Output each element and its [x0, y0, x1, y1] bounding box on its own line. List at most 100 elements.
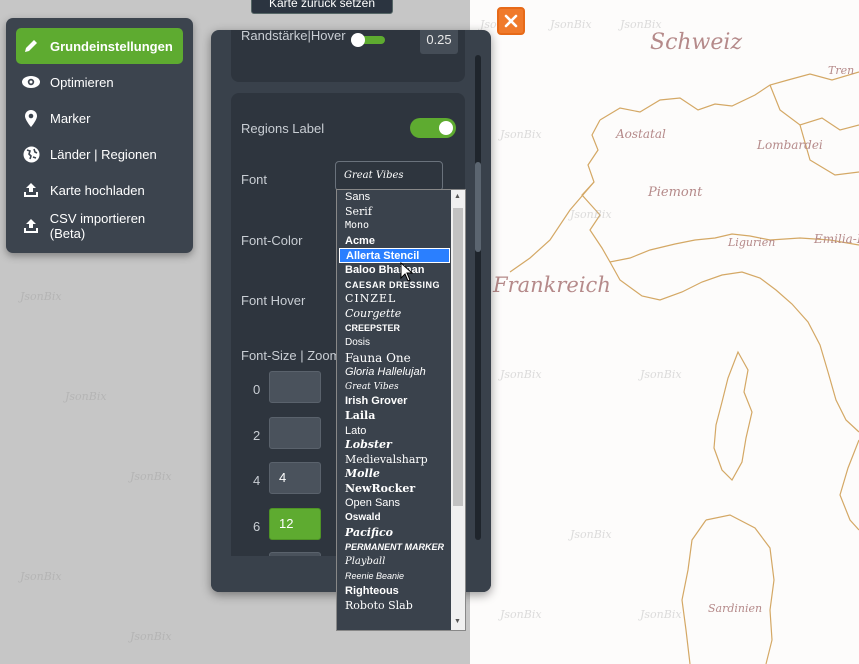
panel-scrollbar[interactable] [475, 55, 481, 540]
font-option[interactable]: CINZEL [337, 292, 452, 307]
menu-item-label: Marker [50, 110, 91, 126]
font-option[interactable]: CREEPSTER [337, 321, 452, 336]
font-option[interactable]: Dosis [337, 336, 452, 351]
scroll-up-icon[interactable]: ▲ [454, 193, 461, 200]
upload-icon [20, 181, 42, 199]
font-size-input[interactable] [269, 371, 321, 403]
watermark-text: JsonBix [500, 128, 542, 141]
zoom-level-label: 2 [253, 428, 261, 443]
watermark-text: JsonBix [500, 608, 542, 621]
menu-item-optimieren[interactable]: Optimieren [16, 64, 183, 100]
font-option[interactable]: Oswald [337, 511, 452, 526]
watermark-text: JsonBix [500, 368, 542, 381]
dropdown-scrollbar-thumb[interactable] [453, 208, 463, 506]
menu-item-label: Karte hochladen [50, 182, 145, 198]
font-option[interactable]: Lobster [337, 438, 452, 453]
eye-icon [20, 73, 42, 91]
slider-handle[interactable] [351, 33, 365, 47]
menu-item-laender-regionen[interactable]: Länder | Regionen [16, 136, 183, 172]
font-option[interactable]: Fauna One [337, 351, 452, 366]
watermark-text: JsonBix [20, 290, 62, 303]
toggle-knob [439, 121, 453, 135]
menu-item-label: Länder | Regionen [50, 146, 157, 162]
zoom-level-label: 4 [253, 473, 261, 488]
border-hover-label: Randstärke|Hover [241, 30, 346, 43]
menu-item-csv-importieren[interactable]: CSV importieren (Beta) [16, 208, 183, 244]
dropdown-scrollbar[interactable]: ▲ ▼ [451, 190, 465, 630]
font-option[interactable]: Open Sans [337, 496, 452, 511]
watermark-text: JsonBix [550, 18, 592, 31]
font-option[interactable]: Gloria Hallelujah [337, 365, 452, 380]
close-icon [504, 14, 518, 28]
regions-label-title: Regions Label [241, 121, 325, 136]
font-option[interactable]: Reenie Beanie [337, 569, 452, 584]
font-option[interactable]: Irish Grover [337, 394, 452, 409]
font-option[interactable]: Courgette [337, 307, 452, 322]
font-size-input[interactable]: 4 [269, 462, 321, 494]
font-option[interactable]: Laila [337, 409, 452, 424]
font-hover-label: Font Hover [241, 293, 306, 308]
watermark-text: JsonBix [20, 570, 62, 583]
font-option[interactable]: Mono [337, 219, 452, 234]
watermark-text: JsonBix [640, 368, 682, 381]
font-option[interactable]: Molle [337, 467, 452, 482]
mouse-cursor-icon [400, 262, 414, 282]
panel-scrollbar-thumb[interactable] [475, 162, 481, 252]
menu-item-marker[interactable]: Marker [16, 100, 183, 136]
upload-icon [20, 217, 42, 235]
font-option[interactable]: Baloo Bhaijaan [337, 263, 452, 278]
reset-map-button[interactable]: Karte zurück setzen [251, 0, 393, 14]
font-dropdown-list[interactable]: Sans Serif Mono Acme Allerta Stencil Baloo Bh… [336, 189, 466, 631]
regions-label-toggle[interactable] [410, 118, 456, 138]
watermark-text: JsonBix [130, 630, 172, 643]
font-option[interactable]: Serif [337, 205, 452, 220]
font-option[interactable]: CAESAR DRESSING [337, 278, 452, 293]
font-size-input[interactable] [269, 417, 321, 449]
font-option[interactable]: Lato [337, 424, 452, 439]
border-hover-slider[interactable] [351, 33, 385, 47]
font-select[interactable]: Great Vibes [335, 161, 443, 191]
font-option[interactable]: NewRocker [337, 482, 452, 497]
map-label-frankreich: Frankreich [493, 273, 611, 297]
menu-item-label: Grundeinstellungen [50, 38, 173, 54]
font-option[interactable]: Medievalsharp [337, 453, 452, 468]
menu-item-label: Optimieren [50, 74, 114, 90]
font-option[interactable]: Righteous [337, 584, 452, 599]
map-canvas[interactable]: JsonBix JsonBix JsonBix JsonBix JsonBix … [470, 0, 859, 664]
watermark-text: JsonBix [570, 528, 612, 541]
watermark-text: JsonBix [570, 208, 612, 221]
font-color-label: Font-Color [241, 233, 303, 248]
font-option[interactable]: Great Vibes [337, 380, 452, 395]
map-label-piemont: Piemont [648, 185, 703, 200]
close-button[interactable] [497, 7, 525, 35]
font-option[interactable]: PERMANENT MARKER [337, 540, 452, 555]
font-option[interactable]: Playball [337, 555, 452, 570]
font-option[interactable]: Acme [337, 234, 452, 249]
menu-item-label: CSV importieren (Beta) [49, 211, 146, 241]
map-label-sardinien: Sardinien [708, 602, 763, 615]
border-hover-value[interactable]: 0.25 [420, 30, 458, 54]
map-label-emilia: Emilia-R [814, 232, 859, 246]
font-option[interactable]: Roboto Slab [337, 599, 452, 614]
map-label-schweiz: Schweiz [650, 30, 743, 55]
pencil-icon [20, 37, 42, 55]
font-options: Sans Serif Mono Acme Allerta Stencil Baloo Bh… [337, 190, 452, 613]
sidebar-menu: Grundeinstellungen Optimieren Marker Län… [6, 18, 193, 253]
watermark-text: JsonBix [65, 390, 107, 403]
zoom-level-label: 0 [253, 382, 261, 397]
font-size-zoom-label: Font-Size | Zoom [241, 348, 341, 363]
menu-item-karte-hochladen[interactable]: Karte hochladen [16, 172, 183, 208]
map-label-trentino: Tren [828, 64, 855, 77]
border-settings-card: Randstärke|Hover 0.25 [231, 30, 465, 82]
watermark-text: JsonBix [640, 608, 682, 621]
font-size-input[interactable]: 12 [269, 508, 321, 540]
zoom-level-label: 6 [253, 519, 261, 534]
scroll-down-icon[interactable]: ▼ [454, 618, 461, 625]
map-pin-icon [20, 109, 42, 127]
map-label-ligurien: Ligurien [728, 236, 776, 249]
map-label-lombardei: Lombardei [757, 138, 823, 152]
font-option[interactable]: Sans [337, 190, 452, 205]
menu-item-grundeinstellungen[interactable]: Grundeinstellungen [16, 28, 183, 64]
font-option[interactable]: Pacifico [337, 526, 452, 541]
font-option[interactable]: Allerta Stencil [339, 248, 450, 263]
